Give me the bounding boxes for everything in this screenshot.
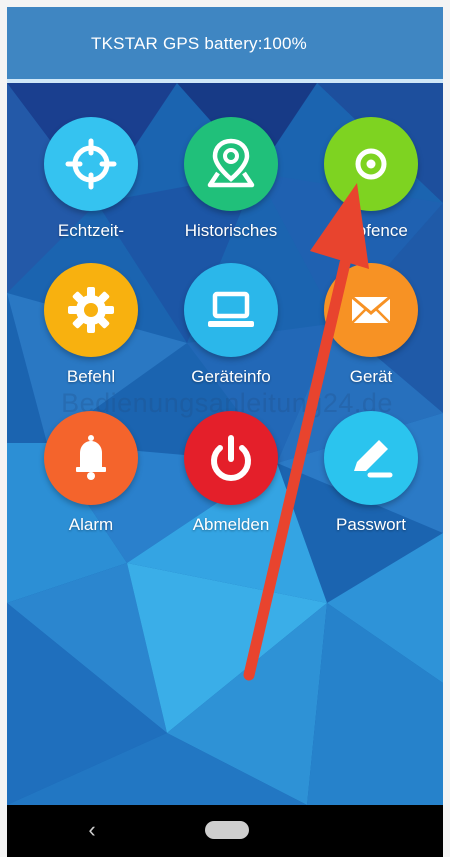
system-navigation-bar: ‹ [7, 805, 443, 857]
tile-label: Echtzeit- [57, 221, 125, 240]
home-pill-icon[interactable] [205, 821, 249, 839]
tile-label: Geofence [334, 221, 408, 240]
tile-geraeteinfo[interactable]: Geräteinfo [171, 263, 291, 403]
laptop-icon [184, 263, 278, 357]
crosshair-icon [44, 117, 138, 211]
envelope-icon [324, 263, 418, 357]
header-title: TKSTAR GPS battery:100% [91, 34, 307, 53]
gear-icon [44, 263, 138, 357]
bell-icon [44, 411, 138, 505]
screenshot-frame: TKSTAR GPS battery:100% Bedienungsanleit… [0, 0, 450, 857]
tile-label: Historisches [184, 221, 278, 240]
home-grid: Bedienungsanleitung24.de Echtzeit- Histo… [7, 83, 443, 805]
map-pin-icon [184, 117, 278, 211]
phone-screen: TKSTAR GPS battery:100% Bedienungsanleit… [7, 7, 443, 857]
power-icon [184, 411, 278, 505]
tile-label: Alarm [68, 515, 114, 534]
tile-label: Geräteinfo [191, 367, 271, 386]
tile-passwort[interactable]: Passwort [311, 411, 431, 551]
chevron-left-icon[interactable]: ‹ [80, 818, 104, 842]
app-header: TKSTAR GPS battery:100% [7, 7, 443, 83]
tile-echtzeit[interactable]: Echtzeit- [31, 117, 151, 257]
tile-historisches[interactable]: Historisches [171, 117, 291, 257]
tile-label: Abmelden [192, 515, 270, 534]
tile-alarm[interactable]: Alarm [31, 411, 151, 551]
tile-geofence[interactable]: Geofence [311, 117, 431, 257]
tile-label: Passwort [336, 515, 406, 534]
tile-label: Befehl [66, 367, 116, 386]
pencil-icon [324, 411, 418, 505]
tile-befehl[interactable]: Befehl [31, 263, 151, 403]
tile-label: Gerät [349, 367, 393, 386]
tile-geraet[interactable]: Gerät [311, 263, 431, 403]
tile-abmelden[interactable]: Abmelden [171, 411, 291, 551]
target-icon [324, 117, 418, 211]
